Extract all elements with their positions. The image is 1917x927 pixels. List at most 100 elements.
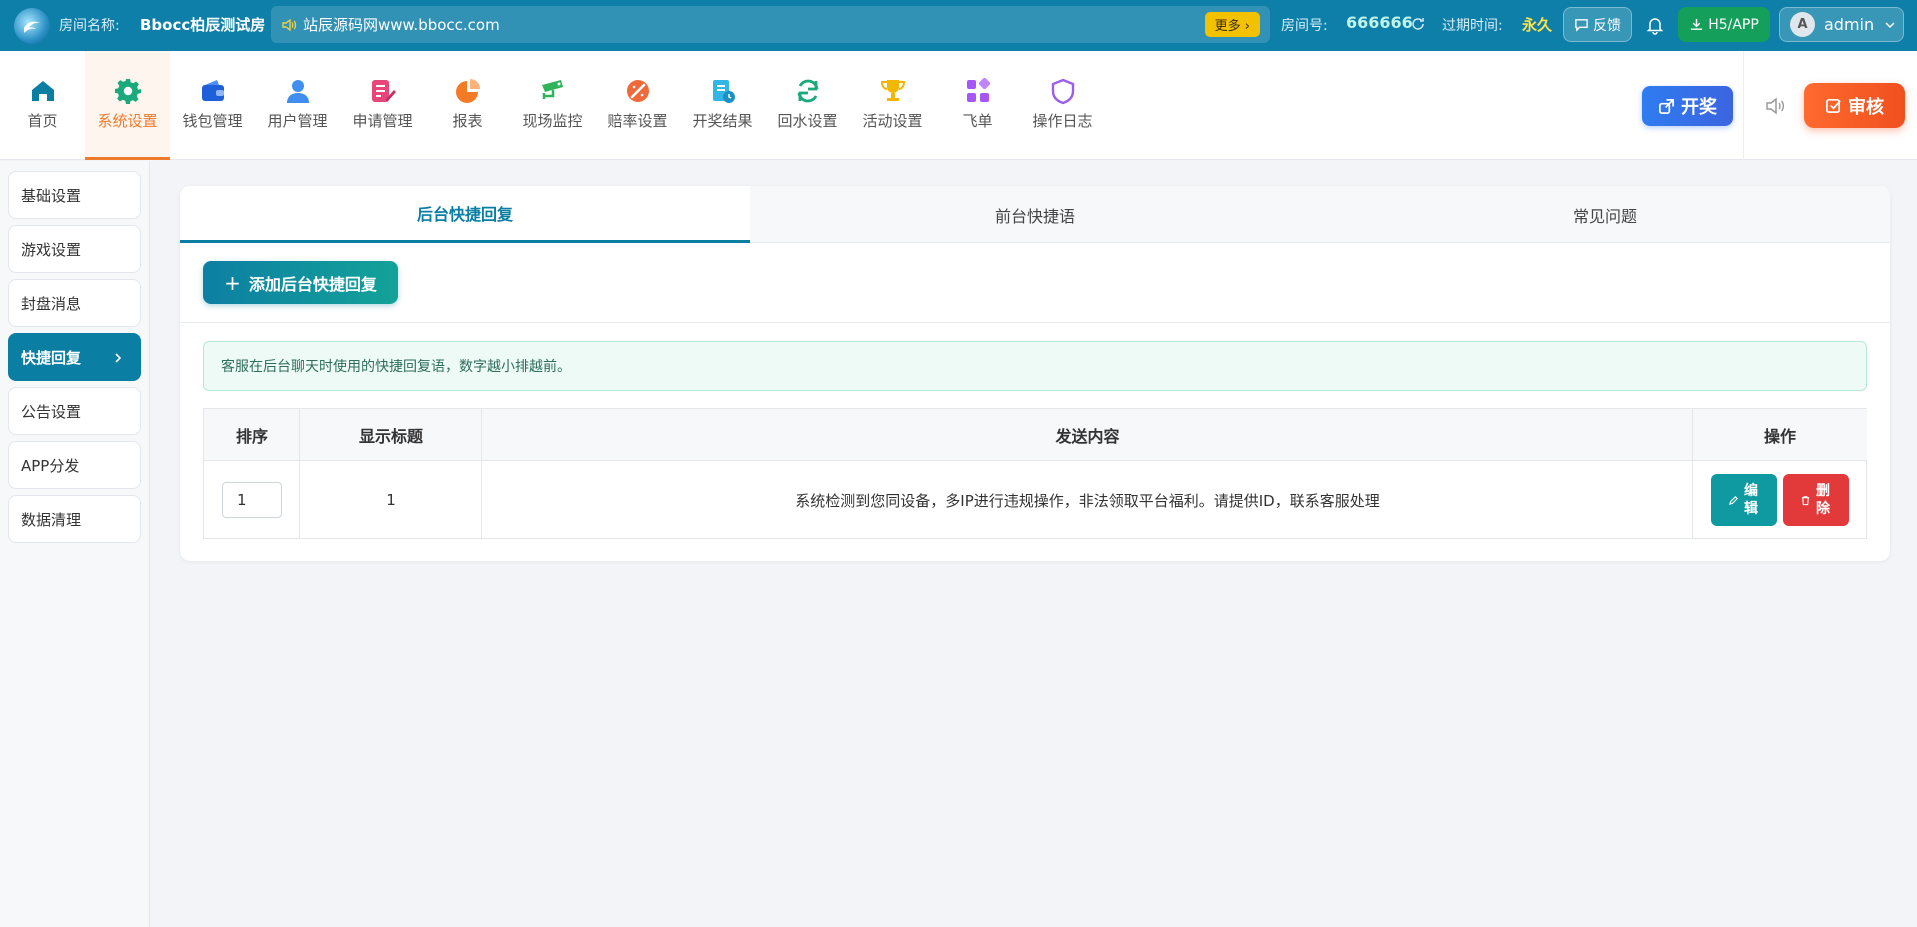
nav-item-rebate-settings[interactable]: 回水设置 xyxy=(765,51,850,160)
nav-item-wallet[interactable]: 钱包管理 xyxy=(170,51,255,160)
nav-label: 钱包管理 xyxy=(182,112,243,130)
bell-icon[interactable] xyxy=(1645,15,1665,35)
gear-icon xyxy=(114,79,141,104)
delete-button[interactable]: 删除 xyxy=(1783,474,1849,526)
nav-item-draw-results[interactable]: 开奖结果 xyxy=(680,51,765,160)
nav-item-fly-orders[interactable]: 飞单 xyxy=(935,51,1020,160)
marquee-text: 站辰源码网www.bbocc.com xyxy=(303,16,500,34)
tab-frontend-quick-phrases[interactable]: 前台快捷语 xyxy=(750,186,1320,243)
room-number: 666666 xyxy=(1346,13,1413,32)
settings-sidebar: 基础设置 游戏设置 封盘消息 快捷回复 公告设置 APP分发 数据清理 xyxy=(0,161,150,927)
sidebar-item-data-cleanup[interactable]: 数据清理 xyxy=(8,495,141,543)
tab-backend-quick-reply[interactable]: 后台快捷回复 xyxy=(180,186,750,243)
room-number-label: 房间号: xyxy=(1281,18,1328,34)
logo-icon xyxy=(24,21,40,33)
nav-label: 回水设置 xyxy=(777,112,838,130)
nav-item-applications[interactable]: 申请管理 xyxy=(340,51,425,160)
tab-faq[interactable]: 常见问题 xyxy=(1320,186,1890,243)
nav-label: 报表 xyxy=(452,112,483,130)
info-notice: 客服在后台聊天时使用的快捷回复语，数字越小排越前。 xyxy=(203,341,1867,391)
add-quick-reply-button[interactable]: + 添加后台快捷回复 xyxy=(203,261,398,304)
room-name: Bbocc柏辰测试房 xyxy=(140,16,266,34)
nav-label: 系统设置 xyxy=(97,112,158,130)
plus-icon: + xyxy=(224,270,241,295)
delete-label: 删除 xyxy=(1816,483,1830,517)
title-cell: 1 xyxy=(386,491,396,509)
more-button[interactable]: 更多 › xyxy=(1204,12,1260,37)
grid-icon xyxy=(966,77,990,102)
refresh-icon xyxy=(797,79,818,103)
sidebar-item-label: 基础设置 xyxy=(21,186,82,205)
nav-item-odds-settings[interactable]: 赔率设置 xyxy=(595,51,680,160)
actions-cell: 编辑 删除 xyxy=(1693,461,1867,539)
divider xyxy=(180,322,1890,323)
sidebar-item-announcement-settings[interactable]: 公告设置 xyxy=(8,387,141,435)
nav-label: 首页 xyxy=(27,112,58,130)
expire-label: 过期时间: xyxy=(1442,18,1503,34)
nav-label: 操作日志 xyxy=(1032,112,1093,130)
nav-label: 现场监控 xyxy=(522,112,583,130)
feedback-button[interactable]: 反馈 xyxy=(1563,7,1632,42)
nav-label: 赔率设置 xyxy=(607,112,668,130)
chat-icon xyxy=(1575,19,1588,32)
user-menu-button[interactable]: A admin xyxy=(1779,7,1904,42)
sidebar-item-label: APP分发 xyxy=(21,456,80,475)
review-button[interactable]: 审核 xyxy=(1804,83,1905,128)
volume-icon[interactable] xyxy=(1764,95,1786,117)
nav-item-live-monitor[interactable]: 现场监控 xyxy=(510,51,595,160)
chevron-down-icon xyxy=(1885,21,1895,28)
edit-button[interactable]: 编辑 xyxy=(1711,474,1777,526)
sort-order-input[interactable] xyxy=(222,482,282,518)
column-header-sort: 排序 xyxy=(204,409,300,461)
main-nav: 首页 系统设置 钱包管理 用户管理 申请管理 报表 现场监控 赔率设置 开奖结果… xyxy=(0,51,1917,160)
room-name-label: 房间名称: xyxy=(59,18,120,34)
app-logo xyxy=(14,8,50,44)
notice-text: 客服在后台聊天时使用的快捷回复语，数字越小排越前。 xyxy=(221,359,571,375)
top-header-bar: 房间名称: Bbocc柏辰测试房 站辰源码网www.bbocc.com 更多 ›… xyxy=(0,0,1917,51)
sidebar-item-basic-settings[interactable]: 基础设置 xyxy=(8,171,141,219)
sidebar-item-quick-reply[interactable]: 快捷回复 xyxy=(8,333,141,381)
nav-item-reports[interactable]: 报表 xyxy=(425,51,510,160)
sidebar-item-app-distribution[interactable]: APP分发 xyxy=(8,441,141,489)
h5-app-label: H5/APP xyxy=(1708,16,1759,33)
feedback-label: 反馈 xyxy=(1593,17,1621,34)
content-cell: 系统检测到您同设备，多IP进行违规操作，非法领取平台福利。请提供ID，联系客服处… xyxy=(795,491,1380,510)
nav-item-home[interactable]: 首页 xyxy=(0,51,85,160)
result-icon xyxy=(712,80,735,103)
announcement-marquee[interactable]: 站辰源码网www.bbocc.com 更多 › xyxy=(271,6,1270,43)
user-icon xyxy=(286,80,309,103)
nav-label: 飞单 xyxy=(962,112,993,130)
sidebar-item-label: 公告设置 xyxy=(21,402,82,421)
draw-lottery-button[interactable]: 开奖 xyxy=(1642,86,1733,126)
trash-icon xyxy=(1801,495,1810,505)
chevron-right-icon xyxy=(115,353,122,363)
camera-icon xyxy=(541,80,563,99)
apply-icon xyxy=(371,80,396,102)
nav-item-users[interactable]: 用户管理 xyxy=(255,51,340,160)
sidebar-item-label: 快捷回复 xyxy=(21,348,82,367)
nav-item-system-settings[interactable]: 系统设置 xyxy=(85,51,170,160)
pencil-icon xyxy=(1728,495,1738,505)
edit-label: 编辑 xyxy=(1744,483,1758,517)
trophy-icon xyxy=(880,80,905,101)
nav-item-operation-logs[interactable]: 操作日志 xyxy=(1020,51,1105,160)
sidebar-item-game-settings[interactable]: 游戏设置 xyxy=(8,225,141,273)
column-header-title: 显示标题 xyxy=(300,409,482,461)
nav-label: 开奖结果 xyxy=(692,112,753,130)
nav-label: 活动设置 xyxy=(862,112,923,130)
download-icon xyxy=(1691,18,1703,30)
pie-chart-icon xyxy=(455,79,480,103)
review-label: 审核 xyxy=(1848,96,1884,118)
nav-item-activity-settings[interactable]: 活动设置 xyxy=(850,51,935,160)
quick-reply-card: 后台快捷回复 前台快捷语 常见问题 + 添加后台快捷回复 客服在后台聊天时使用的… xyxy=(180,186,1890,561)
tab-bar: 后台快捷回复 前台快捷语 常见问题 xyxy=(180,186,1890,243)
wallet-icon xyxy=(201,80,224,101)
check-square-icon xyxy=(1826,98,1841,113)
nav-label: 用户管理 xyxy=(267,112,328,130)
sidebar-item-close-message[interactable]: 封盘消息 xyxy=(8,279,141,327)
external-link-icon xyxy=(1659,98,1674,114)
refresh-icon[interactable] xyxy=(1410,16,1426,32)
avatar: A xyxy=(1790,12,1815,37)
h5-app-button[interactable]: H5/APP xyxy=(1678,7,1770,42)
user-name: admin xyxy=(1824,15,1875,34)
